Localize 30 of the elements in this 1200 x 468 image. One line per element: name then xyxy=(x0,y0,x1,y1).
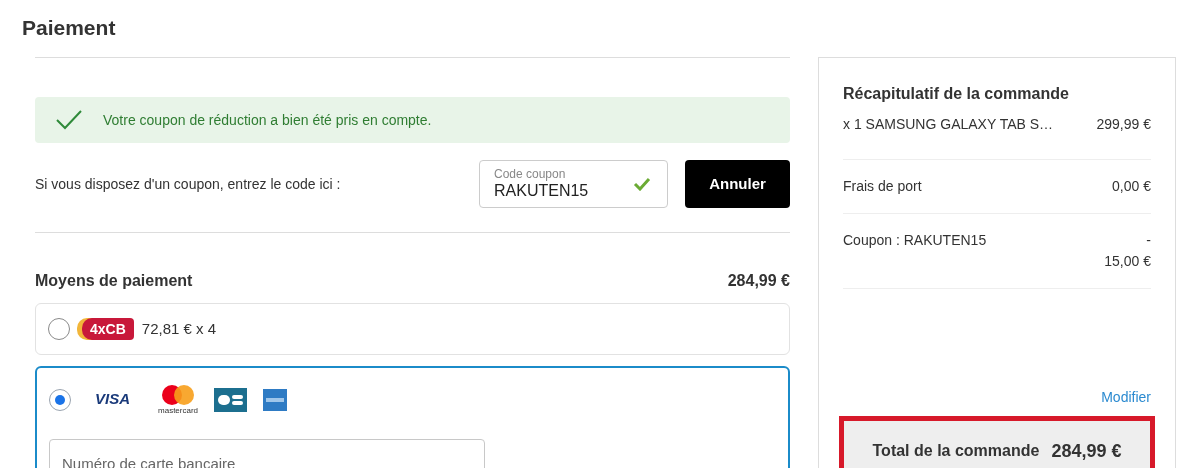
success-message: Votre coupon de réduction a bien été pris en compte. xyxy=(103,110,432,130)
card-number-field[interactable]: Numéro de carte bancaire xyxy=(49,439,485,468)
check-icon xyxy=(55,109,83,131)
amex-card-icon xyxy=(263,388,288,411)
summary-label: Frais de port xyxy=(843,177,922,196)
field-value: RAKUTEN15 xyxy=(494,181,590,201)
summary-label: x 1 SAMSUNG GALAXY TAB S… xyxy=(843,115,1054,134)
summary-title: Récapitulatif de la commande xyxy=(843,84,1070,104)
summary-value: - 15,00 € xyxy=(1104,231,1151,271)
payment-option[interactable]: VISA mastercard Numéro de carte bancaire xyxy=(35,366,790,468)
summary-value: 299,99 € xyxy=(1096,115,1151,134)
modify-link[interactable]: Modifier xyxy=(1101,387,1151,408)
installment-text: 72,81 € x 4 xyxy=(141,318,217,339)
coupon-field[interactable]: Code coupon RAKUTEN15 xyxy=(479,160,668,208)
field-label: Code coupon xyxy=(494,167,567,181)
total-label: Total de la commande xyxy=(872,441,1040,461)
coupon-prompt: Si vous disposez d'un coupon, entrez le code ici : xyxy=(35,174,342,194)
page-title: Paiement xyxy=(22,15,116,41)
visa-logo: VISA xyxy=(95,389,130,410)
payment-option[interactable]: 4xCB 72,81 € x 4 xyxy=(35,303,790,355)
summary-value: 0,00 € xyxy=(1112,177,1151,196)
summary-label: Coupon : RAKUTEN15 xyxy=(843,231,987,250)
payment-amount: 284,99 € xyxy=(727,271,790,291)
mastercard-logo: mastercard xyxy=(158,384,199,415)
payment-heading: Moyens de paiement xyxy=(35,271,193,291)
radio-button[interactable] xyxy=(48,318,70,340)
cb-card-icon xyxy=(214,387,248,412)
radio-button[interactable] xyxy=(49,388,71,411)
total-value: 284,99 € xyxy=(1051,439,1122,463)
cancel-button[interactable]: Annuler xyxy=(685,160,790,208)
